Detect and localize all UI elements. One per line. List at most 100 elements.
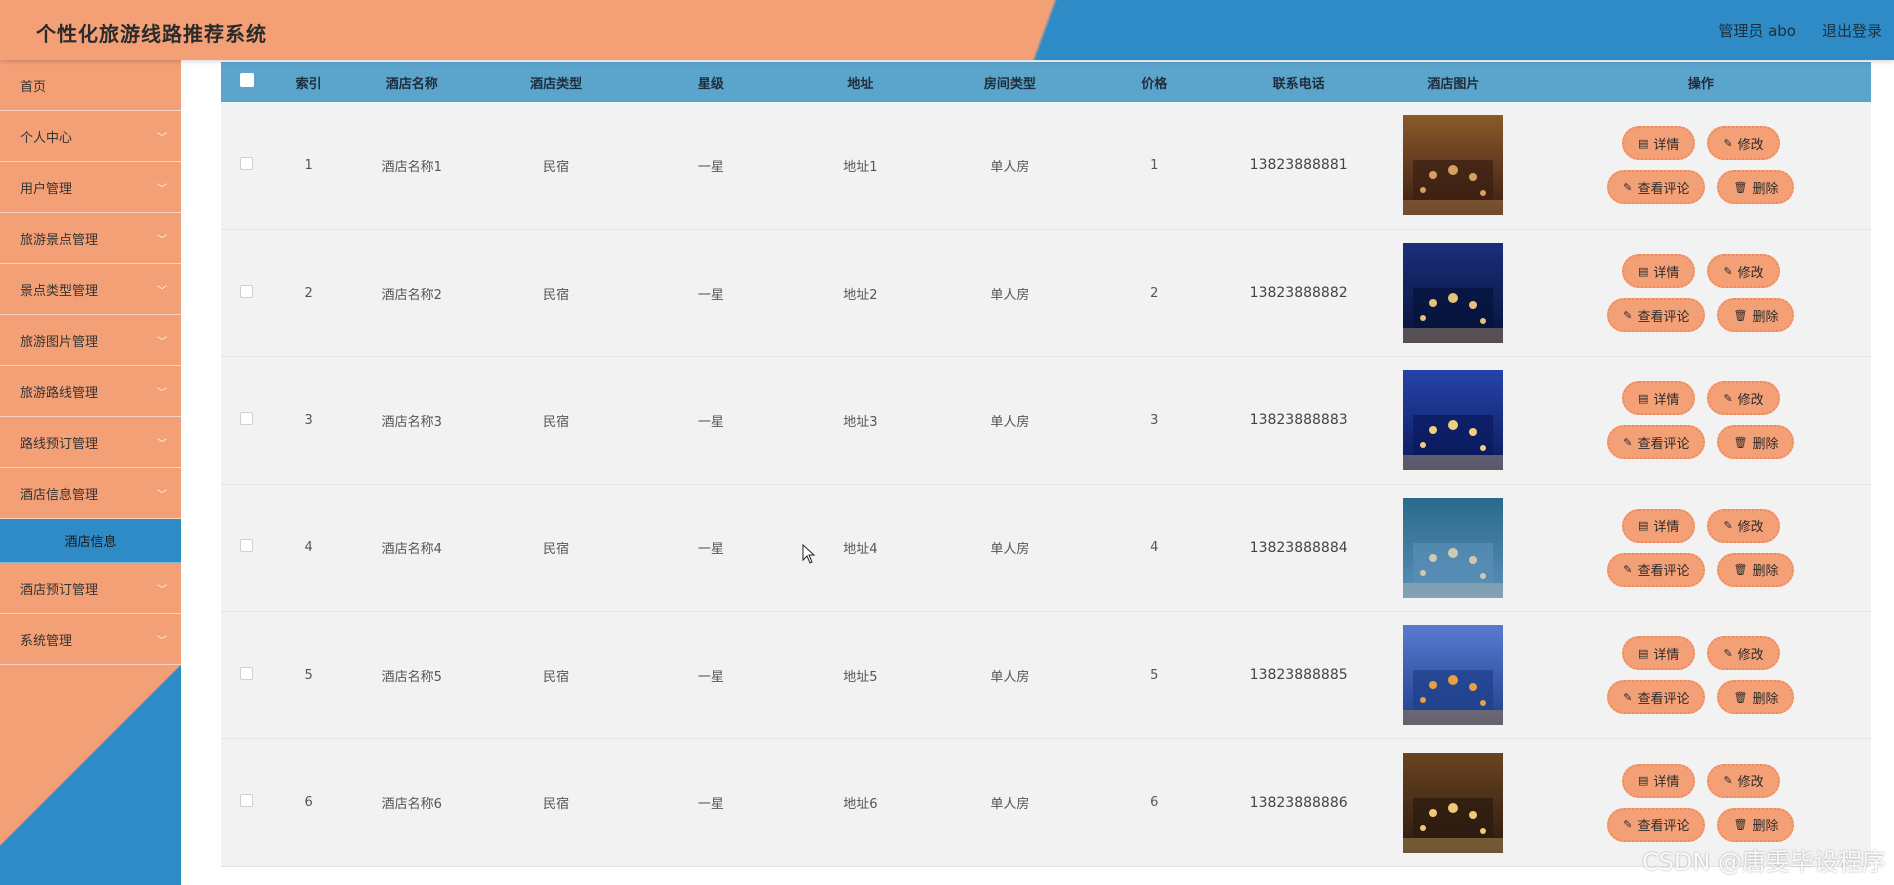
detail-label: 详情: [1653, 392, 1680, 408]
detail-label: 详情: [1653, 137, 1680, 153]
admin-user-label[interactable]: 管理员 abo: [1718, 20, 1796, 41]
edit-label: 修改: [1737, 137, 1764, 153]
sidebar-item[interactable]: 系统管理 ﹀: [0, 614, 181, 665]
detail-button[interactable]: ▤ 详情: [1622, 508, 1696, 543]
chevron-down-icon: ﹀: [157, 387, 167, 399]
delete-label: 删除: [1752, 564, 1779, 580]
delete-button[interactable]: 🗑 删除: [1717, 680, 1795, 715]
cell-price: 6: [1150, 795, 1159, 811]
hotel-table-wrapper: 索引 酒店名称 酒店类型 星级 地址 房间类型 价格 联系电话 酒店图片 操作 …: [221, 62, 1871, 867]
edit-label: 修改: [1737, 647, 1764, 663]
cell-hotel-name: 酒店名称3: [381, 414, 442, 430]
edit-button[interactable]: ✎ 修改: [1707, 763, 1780, 798]
sidebar-item[interactable]: 酒店预订管理 ﹀: [0, 563, 181, 614]
col-header: 价格: [1141, 76, 1168, 92]
cell-image: [1376, 484, 1531, 611]
cell-phone: 13823888884: [1249, 539, 1348, 556]
table-row: 2 酒店名称2 民宿 一星 地址2 单人房 2 13823888882 ▤ 详情 …: [221, 229, 1871, 357]
delete-label: 删除: [1752, 181, 1779, 197]
cell-price: 1: [1150, 157, 1159, 173]
detail-button[interactable]: ▤ 详情: [1622, 636, 1696, 671]
delete-button[interactable]: 🗑 删除: [1717, 552, 1795, 587]
sidebar-item[interactable]: 酒店信息管理 ﹀: [0, 468, 181, 519]
row-checkbox[interactable]: [240, 539, 254, 553]
sidebar-item[interactable]: 个人中心 ﹀: [0, 111, 181, 162]
delete-button[interactable]: 🗑 删除: [1717, 298, 1795, 333]
cell-actions: ▤ 详情 ✎ 修改 ✎ 查看评论 🗑 删除: [1531, 484, 1871, 611]
view-comments-button[interactable]: ✎ 查看评论: [1607, 425, 1706, 460]
sidebar-item-label: 酒店预订管理: [20, 582, 99, 598]
sidebar-item[interactable]: 景点类型管理 ﹀: [0, 264, 181, 315]
detail-button[interactable]: ▤ 详情: [1622, 763, 1696, 798]
trash-icon: 🗑: [1733, 435, 1748, 449]
sidebar-item-label: 景点类型管理: [20, 283, 99, 299]
row-select-cell: [221, 739, 273, 866]
sidebar-item[interactable]: 路线预订管理 ﹀: [0, 417, 181, 468]
edit-button[interactable]: ✎ 修改: [1707, 126, 1780, 161]
document-icon: ▤: [1638, 264, 1649, 278]
edit-button[interactable]: ✎ 修改: [1707, 254, 1780, 289]
pencil-icon: ✎: [1623, 563, 1633, 577]
view-comments-button[interactable]: ✎ 查看评论: [1607, 807, 1706, 842]
sidebar-item[interactable]: 旅游图片管理 ﹀: [0, 315, 181, 366]
logout-link[interactable]: 退出登录: [1822, 20, 1882, 41]
edit-button[interactable]: ✎ 修改: [1707, 381, 1780, 416]
trash-icon: 🗑: [1733, 563, 1748, 577]
cell-price: 2: [1150, 285, 1159, 301]
comments-label: 查看评论: [1637, 819, 1690, 835]
row-select-cell: [221, 484, 273, 611]
view-comments-button[interactable]: ✎ 查看评论: [1607, 170, 1706, 205]
detail-label: 详情: [1653, 265, 1680, 281]
cell-star: 一星: [697, 414, 724, 430]
sidebar-item[interactable]: 旅游路线管理 ﹀: [0, 366, 181, 417]
chevron-down-icon: ﹀: [157, 132, 167, 144]
document-icon: ▤: [1638, 391, 1649, 405]
col-header: 房间类型: [983, 76, 1036, 92]
cell-address: 地址5: [843, 669, 878, 685]
sidebar-sub-hotel-info[interactable]: 酒店信息: [0, 519, 181, 563]
edit-button[interactable]: ✎ 修改: [1707, 508, 1780, 543]
sidebar: 首页 个人中心 ﹀ 用户管理 ﹀ 旅游景点管理 ﹀ 景点类型管理 ﹀ 旅游图片管理 ﹀ 旅游路线管理 ﹀…: [0, 60, 181, 885]
row-select-cell: [221, 612, 273, 739]
select-all-checkbox[interactable]: [239, 73, 254, 87]
cell-address: 地址6: [843, 797, 878, 813]
table-row: 1 酒店名称1 民宿 一星 地址1 单人房 1 13823888881 ▤ 详情 …: [221, 102, 1871, 230]
cell-image: [1376, 357, 1531, 484]
comments-label: 查看评论: [1637, 436, 1690, 452]
cell-hotel-name: 酒店名称2: [381, 287, 442, 303]
row-checkbox[interactable]: [240, 411, 254, 425]
cell-address: 地址3: [843, 414, 878, 430]
pencil-icon: ✎: [1723, 136, 1733, 150]
row-select-cell: [221, 357, 273, 484]
cell-hotel-name: 酒店名称6: [381, 797, 442, 813]
edit-button[interactable]: ✎ 修改: [1707, 636, 1780, 671]
cell-phone: 13823888886: [1249, 794, 1348, 811]
edit-label: 修改: [1737, 265, 1764, 281]
cell-actions: ▤ 详情 ✎ 修改 ✎ 查看评论 🗑 删除: [1531, 612, 1871, 739]
trash-icon: 🗑: [1733, 180, 1748, 194]
row-checkbox[interactable]: [240, 794, 254, 808]
cell-phone: 13823888882: [1249, 285, 1348, 302]
document-icon: ▤: [1638, 519, 1649, 533]
sidebar-item[interactable]: 首页: [0, 60, 181, 111]
delete-button[interactable]: 🗑 删除: [1717, 170, 1795, 205]
delete-button[interactable]: 🗑 删除: [1717, 425, 1795, 460]
detail-button[interactable]: ▤ 详情: [1622, 381, 1696, 416]
delete-button[interactable]: 🗑 删除: [1717, 807, 1795, 842]
cell-hotel-type: 民宿: [543, 414, 570, 430]
view-comments-button[interactable]: ✎ 查看评论: [1607, 552, 1706, 587]
sidebar-item[interactable]: 旅游景点管理 ﹀: [0, 213, 181, 264]
row-checkbox[interactable]: [240, 156, 254, 170]
hotel-image: [1403, 370, 1504, 471]
detail-label: 详情: [1653, 775, 1680, 791]
sidebar-item[interactable]: 用户管理 ﹀: [0, 162, 181, 213]
view-comments-button[interactable]: ✎ 查看评论: [1607, 298, 1706, 333]
detail-button[interactable]: ▤ 详情: [1622, 126, 1696, 161]
row-checkbox[interactable]: [240, 284, 254, 298]
view-comments-button[interactable]: ✎ 查看评论: [1607, 680, 1706, 715]
detail-button[interactable]: ▤ 详情: [1622, 254, 1696, 289]
comments-label: 查看评论: [1637, 181, 1690, 197]
cell-star: 一星: [697, 797, 724, 813]
cell-image: [1376, 739, 1531, 866]
row-checkbox[interactable]: [240, 666, 254, 680]
